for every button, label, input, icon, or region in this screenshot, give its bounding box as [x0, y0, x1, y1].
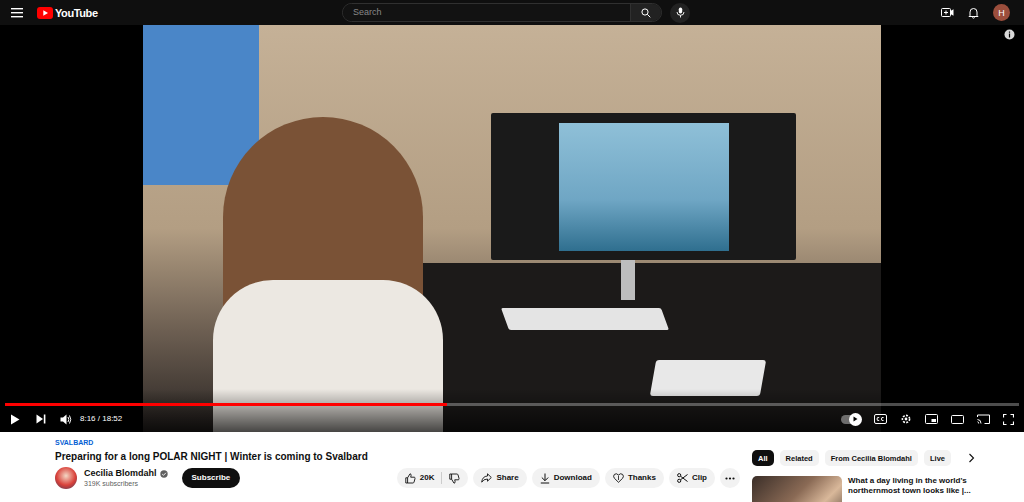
top-bar: YouTube H: [0, 0, 1024, 25]
search-button[interactable]: [630, 4, 661, 21]
download-label: Download: [554, 473, 592, 483]
sidebar: All Related From Cecilia Blomdahl Live What…: [752, 432, 1024, 502]
subscribe-button[interactable]: Subscribe: [182, 468, 241, 488]
like-button[interactable]: 20K: [405, 473, 435, 484]
scissors-icon: [677, 473, 688, 483]
video-title: Preparing for a long POLAR NIGHT | Winte…: [55, 450, 740, 463]
like-divider: [441, 472, 442, 484]
share-label: Share: [496, 473, 518, 483]
miniplayer-icon[interactable]: [925, 414, 938, 424]
subtitles-icon[interactable]: [874, 414, 887, 424]
player-controls: 8:16 / 18:52: [0, 389, 1024, 432]
play-icon[interactable]: [10, 414, 20, 425]
clip-label: Clip: [692, 473, 707, 483]
search-input[interactable]: [343, 4, 630, 21]
subscriber-count: 319K subscribers: [84, 479, 168, 488]
info-icon[interactable]: [1004, 29, 1015, 40]
account-avatar[interactable]: H: [993, 4, 1010, 21]
channel-avatar[interactable]: [55, 467, 77, 489]
download-button[interactable]: Download: [532, 468, 600, 488]
next-icon[interactable]: [36, 414, 46, 424]
microphone-icon: [676, 7, 685, 18]
progress-fill: [5, 403, 447, 406]
youtube-logo[interactable]: YouTube: [37, 7, 98, 19]
video-info: SVALBARD Preparing for a long POLAR NIGH…: [0, 432, 752, 502]
share-arrow-icon: [481, 473, 492, 483]
filter-chip[interactable]: From Cecilia Blomdahl: [825, 450, 918, 466]
autoplay-knob: [849, 413, 862, 426]
settings-gear-icon[interactable]: [900, 413, 912, 425]
search-icon: [641, 8, 651, 18]
cast-icon[interactable]: [977, 414, 990, 424]
monitor: [491, 113, 796, 260]
subscribe-label: Subscribe: [192, 473, 231, 483]
like-dislike-group: 20K: [397, 468, 469, 488]
channel-name[interactable]: Cecilia Blomdahl: [84, 468, 157, 479]
thanks-button[interactable]: Thanks: [605, 468, 664, 488]
share-button[interactable]: Share: [473, 468, 526, 488]
like-count: 20K: [420, 473, 435, 483]
logo-text: YouTube: [55, 7, 98, 19]
autoplay-toggle[interactable]: [841, 415, 861, 424]
recommended-video[interactable]: What a day living in the world's norther…: [752, 476, 1018, 502]
chevron-right-icon[interactable]: [968, 453, 975, 463]
notifications-icon[interactable]: [968, 7, 979, 19]
time-display: 8:16 / 18:52: [80, 414, 122, 424]
filter-chip[interactable]: Related: [780, 450, 819, 466]
thumbs-down-icon[interactable]: [449, 473, 460, 484]
progress-bar[interactable]: [5, 403, 1019, 406]
voice-search-button[interactable]: [670, 3, 690, 23]
volume-icon[interactable]: [60, 414, 72, 425]
monitor-stand: [621, 260, 635, 300]
search-box: [342, 3, 662, 22]
thanks-label: Thanks: [628, 473, 656, 483]
more-dots-icon: [725, 477, 735, 480]
download-arrow-icon: [540, 473, 550, 484]
avatar-letter: H: [998, 8, 1005, 18]
category-link[interactable]: SVALBARD: [55, 438, 740, 447]
theater-mode-icon[interactable]: [951, 415, 964, 424]
thanks-heart-icon: [613, 473, 624, 483]
thumbs-up-icon: [405, 473, 416, 484]
video-thumbnail[interactable]: [752, 476, 842, 502]
video-frame: [143, 25, 881, 432]
autoplay-play-icon: [853, 416, 858, 422]
recommended-title[interactable]: What a day living in the world's norther…: [848, 476, 1016, 502]
keyboard: [501, 308, 669, 330]
fullscreen-icon[interactable]: [1003, 414, 1014, 425]
video-player[interactable]: 8:16 / 18:52: [0, 25, 1024, 432]
create-icon[interactable]: [941, 7, 954, 18]
more-actions-button[interactable]: [720, 468, 740, 488]
filter-chip[interactable]: Live: [924, 450, 951, 466]
filter-chips: All Related From Cecilia Blomdahl Live: [752, 450, 958, 466]
verified-check-icon: [160, 470, 168, 478]
menu-icon[interactable]: [11, 7, 25, 19]
youtube-logo-icon: [37, 7, 53, 19]
filter-chip[interactable]: All: [752, 450, 774, 466]
clip-button[interactable]: Clip: [669, 468, 715, 488]
